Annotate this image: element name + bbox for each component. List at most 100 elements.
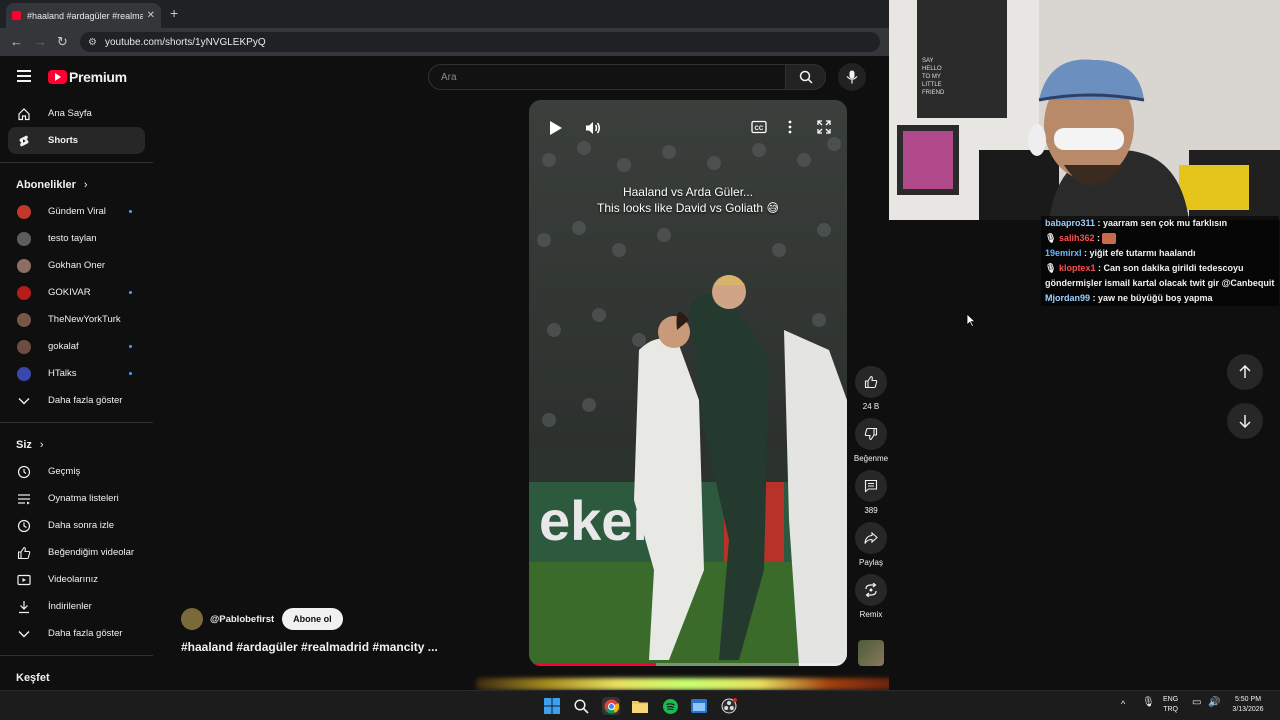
- fullscreen-icon[interactable]: [817, 120, 831, 139]
- sidebar-channel[interactable]: Gokhan Oner: [0, 252, 153, 279]
- video-icon: [17, 573, 31, 587]
- volume-icon[interactable]: 🔊: [1208, 698, 1220, 708]
- search-icon[interactable]: [572, 697, 590, 715]
- webcam-feed: SAY HELLO TO MY LITTLE FRIEND: [889, 0, 1280, 220]
- sidebar-item-label: Geçmiş: [48, 466, 81, 477]
- short-actions: 24 B Beğenme 389 Paylaş Remix: [852, 366, 889, 626]
- share-icon: [864, 531, 878, 544]
- chat-text: : yaw ne büyüğü boş yapma: [1090, 293, 1213, 303]
- you-heading[interactable]: Siz ›: [0, 431, 153, 458]
- chat-username: babapro311: [1045, 218, 1096, 228]
- windows-start-icon[interactable]: [543, 697, 561, 715]
- chat-message: 🎙 kloptex1 : Can son dakika girildi tede…: [1041, 261, 1279, 291]
- obs-icon[interactable]: [720, 697, 738, 715]
- previous-short-button[interactable]: [1227, 354, 1263, 390]
- play-icon[interactable]: [549, 120, 563, 141]
- sidebar-item-downloads[interactable]: İndirilenler: [0, 593, 153, 620]
- sidebar-item-label: İndirilenler: [48, 601, 92, 612]
- new-content-dot: [129, 210, 132, 213]
- share-label: Paylaş: [858, 558, 883, 567]
- close-tab-icon[interactable]: ✕: [147, 10, 155, 21]
- sidebar-channel[interactable]: GOKIVAR: [0, 279, 153, 306]
- show-more-subscriptions[interactable]: Daha fazla göster: [0, 387, 153, 414]
- show-more-you[interactable]: Daha fazla göster: [0, 620, 153, 647]
- spotify-icon[interactable]: [661, 697, 679, 715]
- browser-tab[interactable]: #haaland #ardagüler #realmadri ✕: [6, 3, 161, 28]
- url-field[interactable]: ⚙ youtube.com/shorts/1yNVGLEKPyQ: [80, 32, 880, 52]
- windows-taskbar: ^ 🎙 ENG TRQ ▭ 🔊 5:50 PM 3/13/2026: [0, 690, 1280, 720]
- comment-count: 389: [864, 506, 878, 515]
- sidebar-item-history[interactable]: Geçmiş: [0, 458, 153, 485]
- show-hidden-icons-icon[interactable]: ^: [1121, 699, 1125, 709]
- channel-name[interactable]: @Pablobefirst: [210, 614, 274, 625]
- chrome-icon[interactable]: [602, 697, 620, 715]
- sound-thumbnail[interactable]: [858, 640, 884, 666]
- sidebar-channel[interactable]: Gündem Viral: [0, 198, 153, 225]
- comments-circle: [855, 470, 887, 502]
- svg-text:LITTLE: LITTLE: [922, 82, 942, 88]
- sidebar-item-watch-later[interactable]: Daha sonra izle: [0, 512, 153, 539]
- video-progress-bar[interactable]: [529, 663, 847, 666]
- search-input[interactable]: Ara: [428, 64, 786, 90]
- new-tab-icon[interactable]: +: [170, 5, 178, 21]
- dislike-button[interactable]: Beğenme: [852, 418, 889, 470]
- url-text: youtube.com/shorts/1yNVGLEKPyQ: [104, 36, 266, 48]
- chat-emote-icon: [1102, 233, 1117, 245]
- microphone-icon[interactable]: 🎙: [1142, 698, 1155, 708]
- youtube-logo[interactable]: Premium: [48, 69, 127, 85]
- sidebar-item-your-videos[interactable]: Videolarınız: [0, 566, 153, 593]
- more-options-icon[interactable]: [788, 120, 792, 139]
- short-video-player[interactable]: eken Haaland vs Arda Güler... This looks…: [529, 100, 847, 666]
- channel-avatar[interactable]: [181, 608, 203, 630]
- channel-avatar: [17, 231, 31, 246]
- network-icon[interactable]: ▭: [1192, 698, 1201, 708]
- reload-icon[interactable]: ↻: [57, 34, 68, 50]
- menu-icon[interactable]: [17, 70, 31, 82]
- channel-info: @Pablobefirst Abone ol: [181, 608, 343, 630]
- chat-badge-icon: 🎙: [1045, 233, 1059, 243]
- remix-button[interactable]: Remix: [852, 574, 889, 626]
- mouse-cursor-icon: [966, 313, 976, 327]
- like-button[interactable]: 24 B: [852, 366, 889, 418]
- svg-text:FRIEND: FRIEND: [922, 90, 945, 96]
- sidebar-item-shorts[interactable]: Shorts: [8, 127, 145, 154]
- remix-circle: [855, 574, 887, 606]
- channel-name: Gündem Viral: [48, 206, 106, 217]
- sidebar-item-label: Videolarınız: [48, 574, 98, 585]
- sidebar-item-home[interactable]: Ana Sayfa: [0, 100, 153, 127]
- next-short-button[interactable]: [1227, 403, 1263, 439]
- forward-icon[interactable]: →: [34, 34, 47, 49]
- comments-button[interactable]: 389: [852, 470, 889, 522]
- file-explorer-icon[interactable]: [631, 697, 649, 715]
- chat-message: 19emirxl : yiğit efe tutarmı haalandı: [1041, 246, 1279, 261]
- video-caption: Haaland vs Arda Güler... This looks like…: [529, 184, 847, 216]
- language-line-2: TRQ: [1163, 706, 1178, 713]
- language-indicator[interactable]: ENG TRQ: [1163, 695, 1178, 715]
- share-button[interactable]: Paylaş: [852, 522, 889, 574]
- arrow-up-icon: [1239, 365, 1251, 378]
- captions-icon[interactable]: CC: [751, 120, 767, 139]
- sidebar-channel[interactable]: HTalks: [0, 360, 153, 387]
- app-window-icon[interactable]: [690, 697, 708, 715]
- site-info-icon[interactable]: ⚙: [88, 37, 97, 48]
- sidebar-channel[interactable]: TheNewYorkTurk: [0, 306, 153, 333]
- volume-icon[interactable]: [585, 120, 601, 141]
- video-title[interactable]: #haaland #ardagüler #realmadrid #mancity…: [181, 640, 438, 654]
- voice-search-button[interactable]: [838, 63, 866, 91]
- sidebar-item-playlists[interactable]: Oynatma listeleri: [0, 485, 153, 512]
- subscribe-button[interactable]: Abone ol: [282, 608, 343, 630]
- new-content-dot: [129, 372, 132, 375]
- search-button[interactable]: [786, 64, 826, 90]
- sidebar-item-liked[interactable]: Beğendiğim videolar: [0, 539, 153, 566]
- clock[interactable]: 5:50 PM 3/13/2026: [1226, 695, 1270, 715]
- dislike-label: Beğenme: [853, 454, 889, 463]
- subscriptions-heading[interactable]: Abonelikler ›: [0, 171, 153, 198]
- channel-name: gokalaf: [48, 341, 79, 352]
- back-icon[interactable]: ←: [10, 34, 23, 49]
- channel-name: testo taylan: [48, 233, 97, 244]
- share-circle: [855, 522, 887, 554]
- svg-text:TO MY: TO MY: [922, 74, 941, 80]
- sidebar-channel[interactable]: gokalaf: [0, 333, 153, 360]
- sidebar-channel[interactable]: testo taylan: [0, 225, 153, 252]
- thumbs-up-icon: [17, 546, 31, 560]
